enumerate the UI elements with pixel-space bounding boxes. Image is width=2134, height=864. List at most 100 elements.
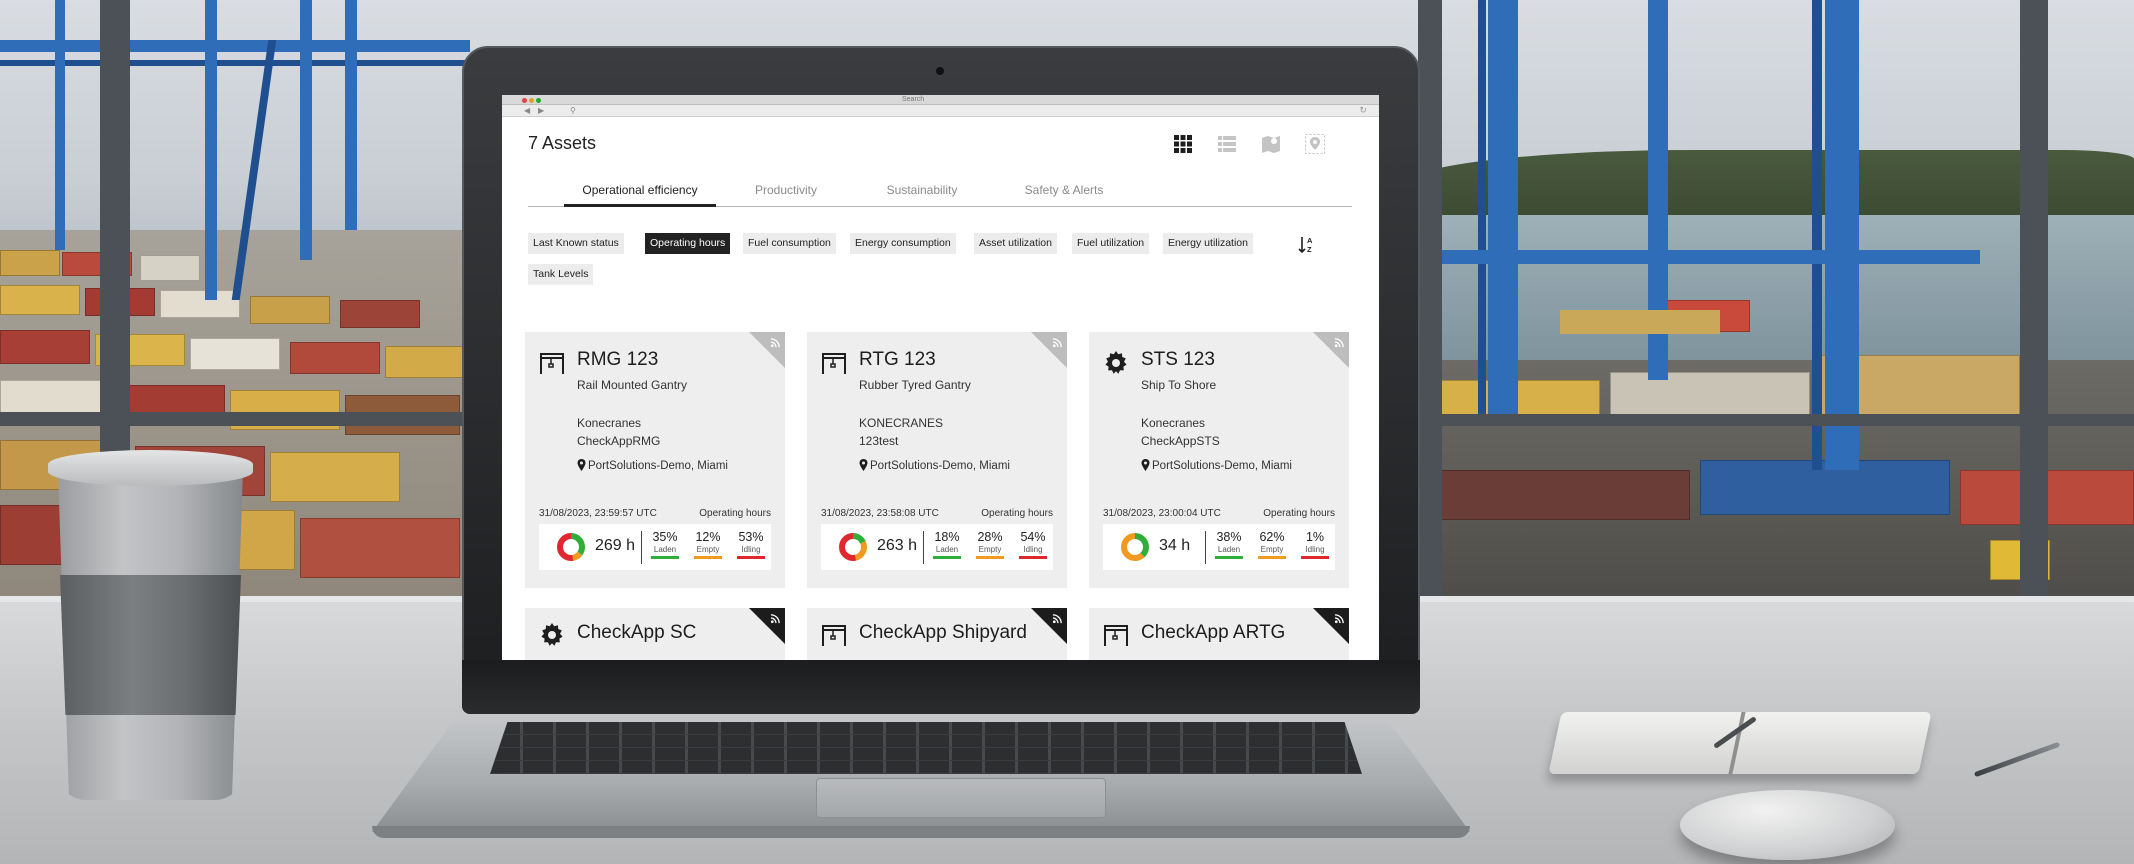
- webcam-icon: [935, 66, 945, 76]
- laptop-bezel-bottom: [462, 660, 1420, 714]
- sort-icon[interactable]: A Z: [1296, 234, 1318, 256]
- asset-location: PortSolutions-Demo, Miami: [1152, 460, 1292, 472]
- maximize-window-button[interactable]: [536, 98, 541, 103]
- gear-icon: [1105, 351, 1127, 374]
- operating-hours-panel: 263 h 18% Laden 28% Empty 54% Idling: [821, 524, 1053, 570]
- gear-icon: [541, 623, 563, 646]
- minimize-window-button[interactable]: [529, 98, 534, 103]
- tab-sustainability[interactable]: Sustainability: [860, 175, 984, 207]
- asset-card-checkapp-sc[interactable]: CheckApp SC: [525, 608, 785, 660]
- laden-color-bar: [933, 556, 961, 559]
- browser-toolbar: ◀ ▶ ⚲ ↻: [502, 105, 1379, 117]
- grid-view-icon[interactable]: [1172, 133, 1194, 155]
- filter-last-known-status[interactable]: Last Known status: [528, 233, 624, 254]
- tab-operational-efficiency[interactable]: Operational efficiency: [564, 175, 716, 207]
- asset-type: Rubber Tyred Gantry: [859, 378, 971, 392]
- asset-location: PortSolutions-Demo, Miami: [870, 460, 1010, 472]
- operating-hours-panel: 269 h 35% Laden 12% Empty 53% Idling: [539, 524, 771, 570]
- harbor-water: [1360, 215, 2134, 365]
- rss-connection-icon: [1334, 614, 1344, 624]
- idling-percent: 1%: [1305, 530, 1325, 544]
- asset-manufacturer: KONECRANES: [859, 416, 944, 430]
- browser-title: Search: [902, 96, 925, 103]
- location-pin-icon: [859, 459, 868, 471]
- empty-stat: 12% Empty: [690, 530, 726, 559]
- asset-card-checkapp-shipyard[interactable]: CheckApp Shipyard: [807, 608, 1067, 660]
- coffee-cup-sleeve: [60, 575, 241, 715]
- filter-energy-consumption[interactable]: Energy consumption: [850, 233, 956, 254]
- svg-text:A: A: [1307, 236, 1313, 245]
- empty-percent: 12%: [695, 530, 721, 544]
- empty-percent: 62%: [1259, 530, 1285, 544]
- empty-stat: 62% Empty: [1254, 530, 1290, 559]
- page-title: 7 Assets: [528, 133, 597, 153]
- tab-safety-alerts[interactable]: Safety & Alerts: [1004, 175, 1124, 207]
- asset-name: STS 123: [1141, 349, 1215, 370]
- idling-color-bar: [1301, 556, 1329, 559]
- empty-percent: 28%: [977, 530, 1003, 544]
- laden-color-bar: [651, 556, 679, 559]
- reload-icon[interactable]: ↻: [1359, 105, 1367, 116]
- filter-operating-hours[interactable]: Operating hours: [645, 233, 731, 254]
- empty-color-bar: [1258, 556, 1286, 559]
- filter-fuel-consumption[interactable]: Fuel consumption: [743, 233, 836, 254]
- laden-stat: 38% Laden: [1211, 530, 1247, 559]
- asset-manufacturer: Konecranes: [1141, 416, 1206, 430]
- filter-asset-utilization[interactable]: Asset utilization: [974, 233, 1057, 254]
- idling-label: Idling: [1305, 545, 1325, 554]
- empty-stat: 28% Empty: [972, 530, 1008, 559]
- asset-manufacturer: Konecranes: [577, 416, 642, 430]
- close-window-button[interactable]: [522, 98, 527, 103]
- forward-arrow-icon[interactable]: ▶: [538, 106, 544, 115]
- operating-hours-value: 34 h: [1159, 537, 1191, 554]
- operating-hours-value: 263 h: [877, 537, 918, 554]
- empty-color-bar: [976, 556, 1004, 559]
- gantry-icon: [822, 625, 846, 646]
- last-update-timestamp: 31/08/2023, 23:58:08 UTC: [821, 508, 939, 519]
- stats-divider: [641, 531, 642, 564]
- asset-card-checkapp-artg[interactable]: CheckApp ARTG: [1089, 608, 1349, 660]
- idling-stat: 1% Idling: [1297, 530, 1333, 559]
- empty-label: Empty: [1260, 545, 1284, 554]
- address-search-icon[interactable]: ⚲: [570, 106, 576, 115]
- asset-card-rmg-123[interactable]: RMG 123 Rail Mounted Gantry Konecranes C…: [525, 332, 785, 588]
- operating-hours-value: 269 h: [595, 537, 636, 554]
- asset-name: CheckApp Shipyard: [859, 622, 1027, 643]
- empty-color-bar: [694, 556, 722, 559]
- rss-connection-icon: [770, 338, 780, 348]
- asset-type: Ship To Shore: [1141, 378, 1217, 392]
- last-update-timestamp: 31/08/2023, 23:00:04 UTC: [1103, 508, 1221, 519]
- laden-stat: 18% Laden: [929, 530, 965, 559]
- laptop-keyboard-rows: [490, 722, 1362, 774]
- category-tabs: Operational efficiency Productivity Sust…: [528, 175, 1352, 207]
- coffee-cup-lid: [48, 450, 253, 486]
- filter-tank-levels[interactable]: Tank Levels: [528, 264, 594, 285]
- laptop-trackpad: [816, 778, 1106, 818]
- stats-divider: [1205, 531, 1206, 564]
- laden-percent: 35%: [652, 530, 678, 544]
- asset-card-sts-123[interactable]: STS 123 Ship To Shore Konecranes CheckAp…: [1089, 332, 1349, 588]
- tab-productivity[interactable]: Productivity: [732, 175, 840, 207]
- browser-title-bar: Search: [502, 95, 1379, 105]
- operating-hours-donut-chart: [557, 533, 585, 561]
- map-view-icon[interactable]: [1260, 133, 1282, 155]
- app-screen: Search ◀ ▶ ⚲ ↻ 7 Assets Operational effi…: [502, 95, 1379, 660]
- metric-label: Operating hours: [981, 508, 1053, 519]
- filter-energy-utilization[interactable]: Energy utilization: [1163, 233, 1253, 254]
- rss-connection-icon: [770, 614, 780, 624]
- list-view-icon[interactable]: [1216, 133, 1238, 155]
- operating-hours-donut-chart: [1121, 533, 1149, 561]
- location-pin-icon: [577, 459, 586, 471]
- location-view-icon[interactable]: [1304, 133, 1326, 155]
- empty-label: Empty: [696, 545, 720, 554]
- stats-divider: [923, 531, 924, 564]
- back-arrow-icon[interactable]: ◀: [524, 106, 530, 115]
- asset-card-rtg-123[interactable]: RTG 123 Rubber Tyred Gantry KONECRANES 1…: [807, 332, 1067, 588]
- asset-name: RTG 123: [859, 349, 936, 370]
- idling-label: Idling: [1023, 545, 1043, 554]
- filter-fuel-utilization[interactable]: Fuel utilization: [1072, 233, 1150, 254]
- empty-label: Empty: [978, 545, 1002, 554]
- gantry-icon: [540, 353, 564, 374]
- asset-model: 123test: [859, 434, 899, 448]
- laden-label: Laden: [935, 545, 959, 554]
